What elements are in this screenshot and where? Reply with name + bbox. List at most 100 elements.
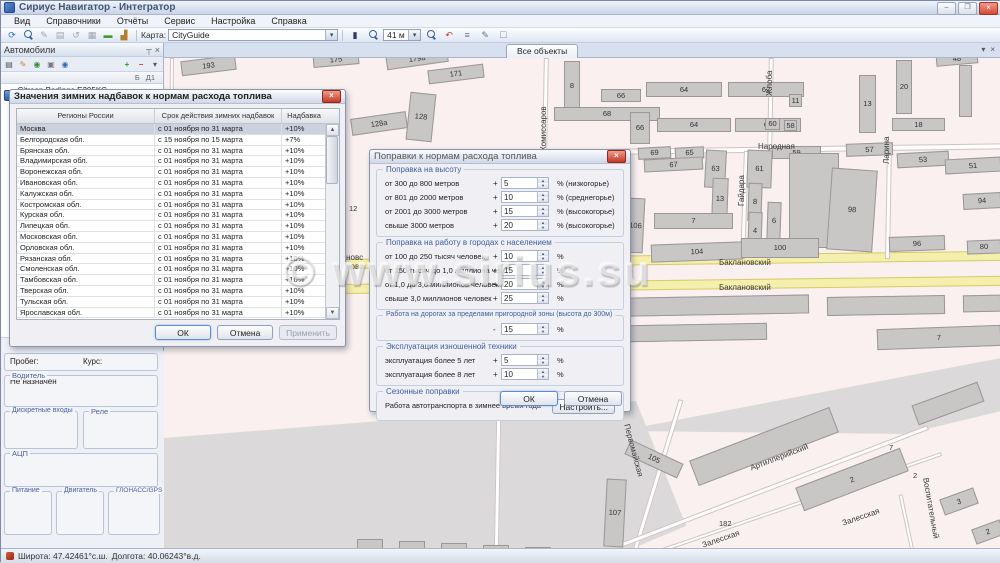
table-row[interactable]: Ярославская обл.с 01 ноября по 31 марта+… [17, 308, 326, 319]
close-button[interactable]: × [979, 2, 998, 15]
add-icon[interactable]: + [121, 59, 133, 70]
scroll-thumb[interactable] [326, 136, 338, 184]
restore-button[interactable]: ❒ [958, 2, 977, 15]
percent-spinbox[interactable]: 20▲▼ [501, 278, 549, 290]
edit-icon[interactable]: ✎ [36, 28, 52, 42]
menu-item-2[interactable]: Справочники [39, 16, 108, 26]
tab-all-objects[interactable]: Все объекты [506, 44, 578, 59]
table-row[interactable]: Костромская обл.с 01 ноября по 31 марта+… [17, 200, 326, 211]
zoom-in-icon[interactable] [365, 28, 381, 42]
spin-down-icon[interactable]: ▼ [538, 284, 548, 289]
percent-spinbox[interactable]: 15▲▼ [501, 205, 549, 217]
remove-icon[interactable]: − [135, 59, 147, 70]
percent-spinbox[interactable]: 20▲▼ [501, 219, 549, 231]
percent-spinbox[interactable]: 10▲▼ [501, 368, 549, 380]
spin-down-icon[interactable]: ▼ [538, 329, 548, 334]
search-icon[interactable] [20, 28, 36, 42]
chart-icon[interactable]: ▟ [116, 28, 132, 42]
world-icon[interactable]: ◉ [59, 59, 71, 70]
percent-spinbox[interactable]: 25▲▼ [501, 292, 549, 304]
grid-icon[interactable]: ▦ [84, 28, 100, 42]
table-row[interactable]: Владимирская обл.с 01 ноября по 31 марта… [17, 156, 326, 167]
percent-spinbox[interactable]: 10▲▼ [501, 250, 549, 262]
history-icon[interactable]: ↺ [68, 28, 84, 42]
menu-item-5[interactable]: Настройка [204, 16, 262, 26]
table-row[interactable]: Московская обл.с 01 ноября по 31 марта+1… [17, 232, 326, 243]
vehicle-icon[interactable]: ▬ [100, 28, 116, 42]
zoom-out-icon[interactable] [423, 28, 439, 42]
spin-down-icon[interactable]: ▼ [538, 374, 548, 379]
brush-icon[interactable]: ✎ [17, 59, 29, 70]
menu-item-3[interactable]: Отчёты [110, 16, 155, 26]
spin-down-icon[interactable]: ▼ [538, 183, 548, 188]
close-icon[interactable]: × [322, 90, 341, 103]
fuel-corrections-dialog: Поправки к нормам расхода топлива × Попр… [369, 149, 631, 412]
header-allowance[interactable]: Надбавка [282, 109, 326, 123]
camera-icon[interactable]: ▣ [45, 59, 57, 70]
ok-button[interactable]: ОК [155, 325, 211, 340]
spin-down-icon[interactable]: ▼ [538, 225, 548, 230]
report-icon[interactable]: ✎ [477, 28, 493, 42]
undo-icon[interactable]: ↶ [441, 28, 457, 42]
table-row[interactable]: Липецкая обл.с 01 ноября по 31 марта+10% [17, 221, 326, 232]
tab-close-icon[interactable]: × [990, 45, 995, 54]
percent-spinbox[interactable]: 15▲▼ [501, 323, 549, 335]
table-row[interactable]: Белгородская обл.с 15 ноября по 15 марта… [17, 135, 326, 146]
table-row[interactable]: Воронежская обл.с 01 ноября по 31 марта+… [17, 167, 326, 178]
globe-icon[interactable]: ◉ [31, 59, 43, 70]
scroll-up-icon[interactable]: ▲ [326, 124, 339, 136]
zoom-level-select[interactable]: 41 м▾ [383, 29, 421, 41]
print-icon[interactable]: ▤ [3, 59, 15, 70]
building: 20 [896, 60, 912, 114]
cancel-button[interactable]: Отмена [217, 325, 273, 340]
chevron-down-icon[interactable]: ▾ [408, 30, 420, 40]
dialog1-title-bar[interactable]: Значения зимних надбавок к нормам расход… [10, 90, 345, 104]
table-row[interactable]: Тверская обл.с 01 ноября по 31 марта+10% [17, 286, 326, 297]
spin-down-icon[interactable]: ▼ [538, 256, 548, 261]
spin-down-icon[interactable]: ▼ [538, 298, 548, 303]
close-icon[interactable]: × [607, 150, 626, 163]
table-row[interactable]: Брянская обл.с 01 ноября по 31 марта+10% [17, 146, 326, 157]
table-row[interactable]: Калужская обл.с 01 ноября по 31 марта+10… [17, 189, 326, 200]
header-period[interactable]: Срок действия зимних надбавок [155, 109, 282, 123]
layers-icon[interactable]: ▤ [52, 28, 68, 42]
spin-down-icon[interactable]: ▼ [538, 360, 548, 365]
table-row[interactable]: Москвас 01 ноября по 31 марта+10% [17, 124, 326, 135]
tab-scroll-icon[interactable]: ▾ [981, 45, 985, 54]
select-icon[interactable]: ☐ [495, 28, 511, 42]
table-row[interactable]: Ивановская обл.с 01 ноября по 31 марта+1… [17, 178, 326, 189]
spin-down-icon[interactable]: ▼ [538, 211, 548, 216]
spin-down-icon[interactable]: ▼ [538, 197, 548, 202]
building: 7 [654, 213, 733, 229]
view-dropdown-icon[interactable]: ▾ [149, 59, 161, 70]
dialog2-title-bar[interactable]: Поправки к нормам расхода топлива × [370, 150, 630, 164]
percent-spinbox[interactable]: 5▲▼ [501, 177, 549, 189]
minimize-button[interactable]: – [937, 2, 956, 15]
percent-spinbox[interactable]: 15▲▼ [501, 264, 549, 276]
spin-down-icon[interactable]: ▼ [538, 270, 548, 275]
percent-spinbox[interactable]: 10▲▼ [501, 191, 549, 203]
table-row[interactable]: Тульская обл.с 01 ноября по 31 марта+10% [17, 297, 326, 308]
map-select[interactable]: CityGuide ▾ [168, 29, 338, 41]
table-row[interactable]: Смоленская обл.с 01 ноября по 31 марта+1… [17, 264, 326, 275]
percent-spinbox[interactable]: 5▲▼ [501, 354, 549, 366]
table-scrollbar[interactable]: ▲ ▼ [325, 124, 339, 319]
sign-label: + [493, 179, 498, 188]
table-row[interactable]: Рязанская обл.с 01 ноября по 31 марта+10… [17, 254, 326, 265]
chevron-down-icon[interactable]: ▾ [325, 30, 337, 40]
close-panel-icon[interactable]: × [155, 45, 160, 55]
table-row[interactable]: Тамбовская обл.с 01 ноября по 31 марта+1… [17, 275, 326, 286]
marker-toggle-icon[interactable]: ▮ [347, 28, 363, 42]
table-row[interactable]: Курская обл.с 01 ноября по 31 марта+10% [17, 210, 326, 221]
header-region[interactable]: Регионы России [17, 109, 155, 123]
ok-button[interactable]: ОК [500, 391, 558, 406]
menu-item-6[interactable]: Справка [264, 16, 313, 26]
table-row[interactable]: Орловская обл.с 01 ноября по 31 марта+10… [17, 243, 326, 254]
menu-item-1[interactable]: Вид [7, 16, 37, 26]
menu-item-4[interactable]: Сервис [157, 16, 202, 26]
refresh-icon[interactable]: ⟳ [4, 28, 20, 42]
scroll-down-icon[interactable]: ▼ [326, 307, 339, 319]
pin-icon[interactable]: ┬ [146, 45, 152, 55]
list-icon[interactable]: ≡ [459, 28, 475, 42]
cancel-button[interactable]: Отмена [564, 391, 622, 406]
